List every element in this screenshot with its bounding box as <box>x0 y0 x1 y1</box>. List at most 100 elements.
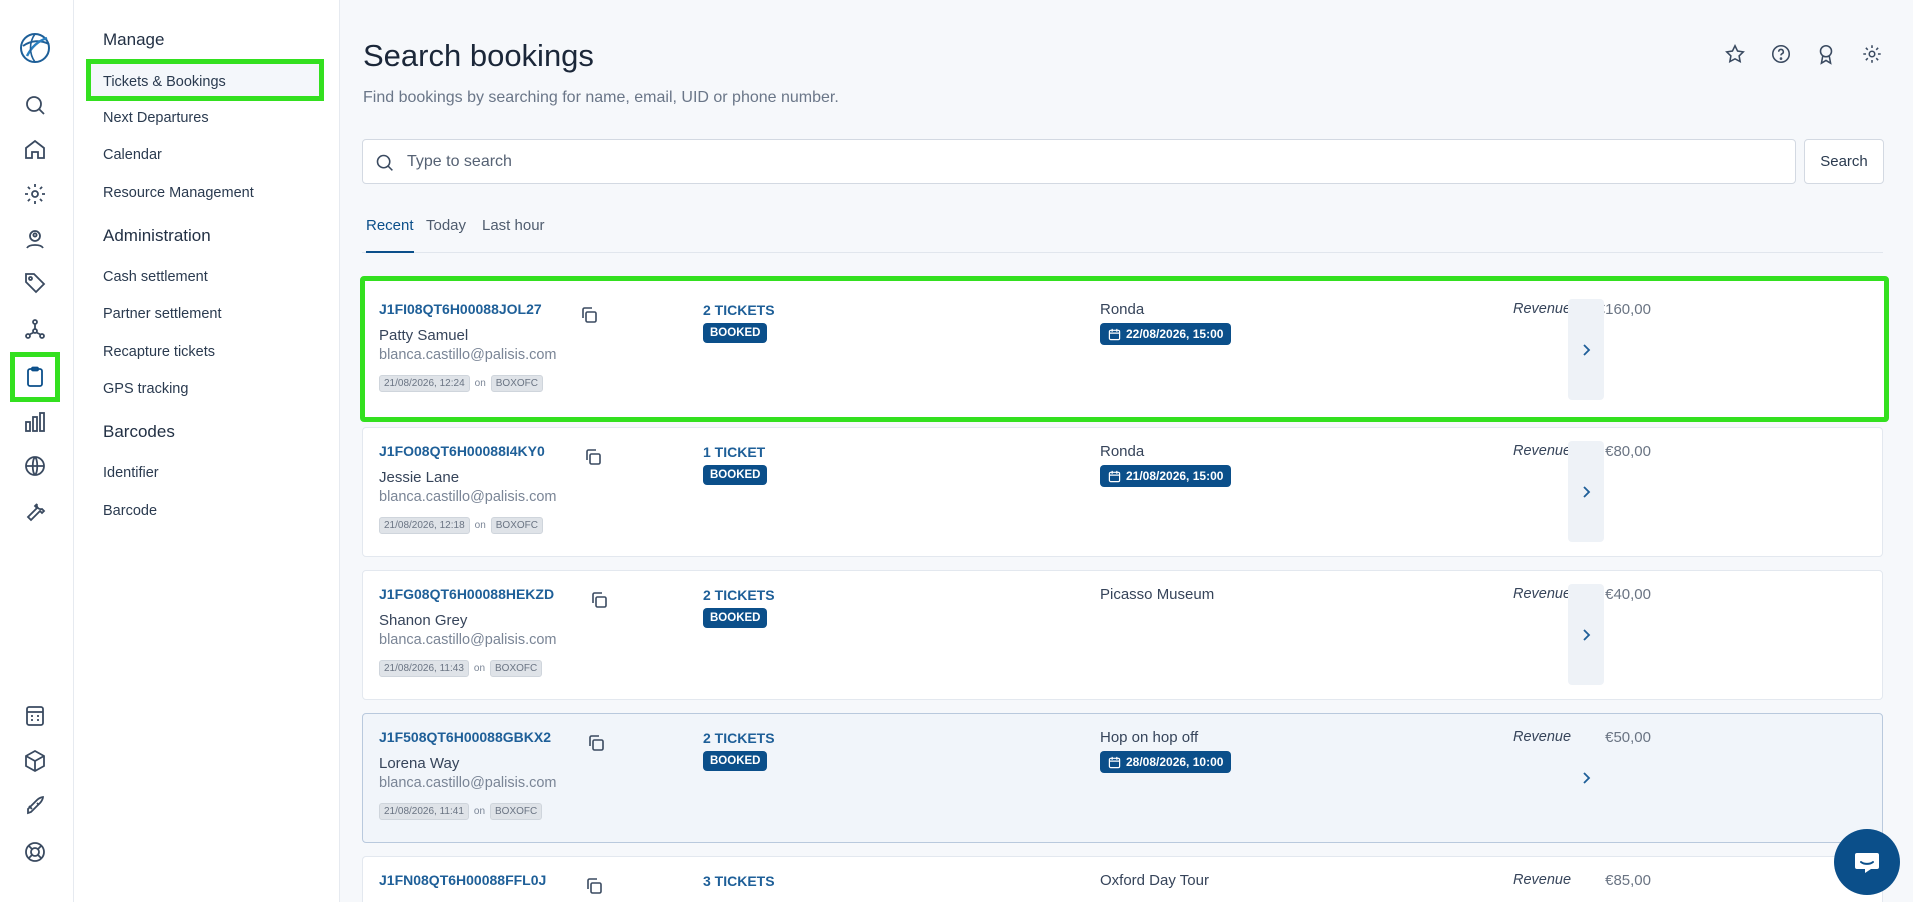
copy-icon[interactable] <box>589 590 609 610</box>
product-name: Oxford Day Tour <box>1100 872 1209 889</box>
lifebuoy-icon[interactable] <box>19 836 51 868</box>
booking-uid[interactable]: J1F508QT6H00088GBKX2 <box>379 729 551 745</box>
product-name: Ronda <box>1100 301 1145 318</box>
ticket-count: 1 TICKET <box>703 444 766 460</box>
customer-email: blanca.castillo@palisis.com <box>379 489 557 505</box>
globe-icon[interactable] <box>19 450 51 482</box>
ticket-count: 3 TICKETS <box>703 873 775 889</box>
booking-card[interactable]: J1FG08QT6H00088HEKZD Shanon Grey blanca.… <box>362 570 1883 700</box>
customer-name: Patty Samuel <box>379 327 469 344</box>
cube-icon[interactable] <box>19 745 51 777</box>
open-booking-button[interactable] <box>1568 727 1604 828</box>
booking-meta: 21/08/2026, 11:41 on BOXOFC <box>379 803 543 820</box>
search-input[interactable] <box>407 140 1777 183</box>
help-icon[interactable] <box>1767 40 1795 68</box>
departure-datetime: 21/08/2026, 15:00 <box>1126 469 1224 483</box>
copy-icon[interactable] <box>583 447 603 467</box>
nav-item-gps-tracking[interactable]: GPS tracking <box>103 381 188 397</box>
customer-name: Lorena Way <box>379 755 460 772</box>
booking-card[interactable]: J1FI08QT6H00088JOL27 Patty Samuel blanca… <box>360 276 1889 422</box>
customer-email: blanca.castillo@palisis.com <box>379 347 557 363</box>
sub-navigation: Manage Tickets & Bookings Next Departure… <box>74 0 340 902</box>
channel-chip: BOXOFC <box>490 660 543 677</box>
revenue-amount: €85,00 <box>1605 872 1651 889</box>
nav-section-title: Manage <box>103 30 165 49</box>
chat-launcher-button[interactable] <box>1834 829 1900 895</box>
wrench-icon[interactable] <box>19 494 51 526</box>
search-button[interactable]: Search <box>1804 139 1884 184</box>
booking-card[interactable]: J1F508QT6H00088GBKX2 Lorena Way blanca.c… <box>362 713 1883 843</box>
bar-chart-icon[interactable] <box>19 406 51 438</box>
logo-icon[interactable] <box>17 30 53 66</box>
on-label: on <box>473 806 486 817</box>
copy-icon[interactable] <box>586 733 606 753</box>
user-pin-icon[interactable] <box>19 223 51 255</box>
product-name: Hop on hop off <box>1100 729 1199 746</box>
customer-name: Shanon Grey <box>379 612 468 629</box>
nav-item-partner-settlement[interactable]: Partner settlement <box>103 306 221 322</box>
nav-section-title: Administration <box>103 226 211 245</box>
nav-item-calendar[interactable]: Calendar <box>103 147 162 163</box>
search-icon[interactable] <box>19 89 51 121</box>
booking-uid[interactable]: J1FI08QT6H00088JOL27 <box>379 301 542 317</box>
chevron-right-icon <box>1583 343 1591 356</box>
search-box <box>362 139 1796 184</box>
main-content: Search bookings Find bookings by searchi… <box>340 0 1913 902</box>
departure-datetime: 22/08/2026, 15:00 <box>1126 327 1224 341</box>
calendar-icon <box>1108 756 1121 769</box>
product-name: Ronda <box>1100 443 1145 460</box>
copy-icon[interactable] <box>584 876 604 896</box>
icon-rail <box>0 0 74 902</box>
open-booking-button[interactable] <box>1568 299 1604 400</box>
tab-recent[interactable]: Recent <box>366 217 414 253</box>
channel-chip: BOXOFC <box>490 803 543 820</box>
page-subtitle: Find bookings by searching for name, ema… <box>363 89 839 106</box>
customer-email: blanca.castillo@palisis.com <box>379 632 557 648</box>
network-icon[interactable] <box>19 313 51 345</box>
ticket-count: 2 TICKETS <box>703 587 775 603</box>
booking-uid[interactable]: J1FN08QT6H00088FFL0J <box>379 872 546 888</box>
tag-icon[interactable] <box>19 267 51 299</box>
created-date-chip: 21/08/2026, 11:41 <box>379 803 469 820</box>
calculator-icon[interactable] <box>19 700 51 732</box>
departure-badge: 28/08/2026, 10:00 <box>1100 751 1232 773</box>
star-icon[interactable] <box>1721 40 1749 68</box>
nav-item-recapture-tickets[interactable]: Recapture tickets <box>103 344 215 360</box>
departure-badge: 21/08/2026, 15:00 <box>1100 465 1232 487</box>
chat-icon <box>1855 853 1879 873</box>
created-date-chip: 21/08/2026, 12:24 <box>379 375 470 392</box>
booking-meta: 21/08/2026, 12:24 on BOXOFC <box>379 375 543 392</box>
product-name: Picasso Museum <box>1100 586 1215 603</box>
on-label: on <box>474 378 486 389</box>
rocket-icon[interactable] <box>19 790 51 822</box>
booking-uid[interactable]: J1FO08QT6H00088I4KY0 <box>379 443 545 459</box>
created-date-chip: 21/08/2026, 11:43 <box>379 660 469 677</box>
clipboard-icon[interactable] <box>10 352 60 402</box>
booking-meta: 21/08/2026, 11:43 on BOXOFC <box>379 660 543 677</box>
nav-item-barcode[interactable]: Barcode <box>103 503 157 519</box>
nav-item-next-departures[interactable]: Next Departures <box>103 110 209 126</box>
tab-bar: Recent Today Last hour <box>362 212 1883 253</box>
page-title: Search bookings <box>363 38 594 73</box>
booking-uid[interactable]: J1FG08QT6H00088HEKZD <box>379 586 554 602</box>
nav-item-tickets-bookings[interactable]: Tickets & Bookings <box>86 59 324 101</box>
gear-icon[interactable] <box>19 178 51 210</box>
chevron-right-icon <box>1583 628 1591 641</box>
open-booking-button[interactable] <box>1568 441 1604 542</box>
home-icon[interactable] <box>19 133 51 165</box>
booking-card[interactable]: J1FO08QT6H00088I4KY0 Jessie Lane blanca.… <box>362 427 1883 557</box>
nav-item-resource-management[interactable]: Resource Management <box>103 185 254 201</box>
nav-item-cash-settlement[interactable]: Cash settlement <box>103 269 208 285</box>
on-label: on <box>473 663 486 674</box>
booking-card[interactable]: J1FN08QT6H00088FFL0J 3 TICKETS Oxford Da… <box>362 856 1883 902</box>
ticket-count: 2 TICKETS <box>703 302 775 318</box>
open-booking-button[interactable] <box>1568 584 1604 685</box>
tab-last-hour[interactable]: Last hour <box>482 217 545 253</box>
calendar-icon <box>1108 328 1121 341</box>
copy-icon[interactable] <box>579 305 599 325</box>
nav-item-identifier[interactable]: Identifier <box>103 465 159 481</box>
settings-icon[interactable] <box>1858 40 1886 68</box>
tab-today[interactable]: Today <box>426 217 466 253</box>
search-icon <box>376 154 393 171</box>
award-icon[interactable] <box>1812 40 1840 68</box>
